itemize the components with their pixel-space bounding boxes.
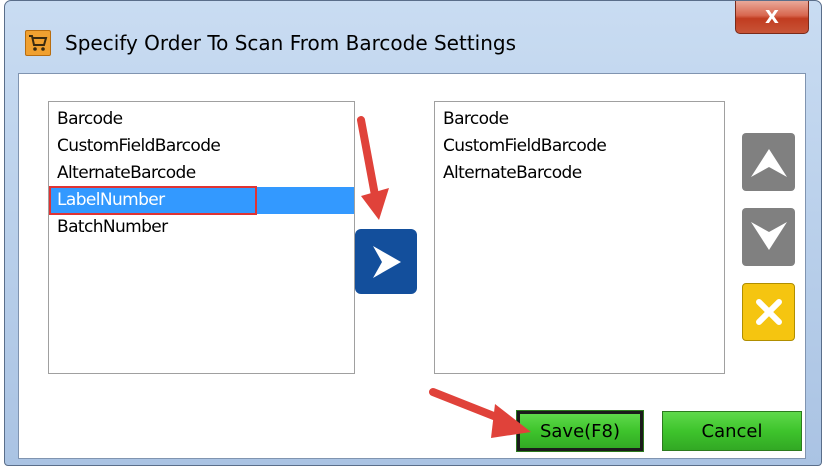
chevron-up-icon	[750, 149, 787, 177]
dialog-window: Specify Order To Scan From Barcode Setti…	[4, 0, 822, 466]
chevron-right-icon	[373, 245, 401, 278]
close-button[interactable]: X	[735, 1, 809, 34]
remove-button[interactable]	[742, 283, 795, 341]
save-button[interactable]: Save(F8)	[516, 410, 644, 452]
cart-icon	[25, 30, 51, 56]
title-bar: Specify Order To Scan From Barcode Setti…	[5, 1, 821, 73]
list-item[interactable]: CustomFieldBarcode	[435, 133, 724, 160]
cancel-button[interactable]: Cancel	[662, 411, 802, 451]
move-up-button[interactable]	[742, 133, 795, 191]
list-item[interactable]: CustomFieldBarcode	[49, 133, 354, 160]
close-icon: X	[765, 6, 779, 28]
x-icon	[755, 299, 782, 325]
list-item-selected[interactable]: LabelNumber	[49, 186, 354, 215]
chevron-down-icon	[750, 222, 787, 250]
list-item[interactable]: Barcode	[435, 106, 724, 133]
list-item[interactable]: BatchNumber	[49, 214, 354, 241]
move-down-button[interactable]	[742, 208, 795, 266]
available-fields-list[interactable]: Barcode CustomFieldBarcode AlternateBarc…	[48, 101, 355, 374]
list-item[interactable]: AlternateBarcode	[435, 160, 724, 187]
scan-order-list[interactable]: Barcode CustomFieldBarcode AlternateBarc…	[434, 101, 725, 374]
selection-highlight-box	[49, 186, 257, 215]
window-title: Specify Order To Scan From Barcode Setti…	[65, 31, 517, 55]
list-item[interactable]: AlternateBarcode	[49, 160, 354, 187]
list-item[interactable]: Barcode	[49, 106, 354, 133]
move-right-button[interactable]	[355, 229, 417, 294]
dialog-content: Barcode CustomFieldBarcode AlternateBarc…	[18, 73, 806, 459]
